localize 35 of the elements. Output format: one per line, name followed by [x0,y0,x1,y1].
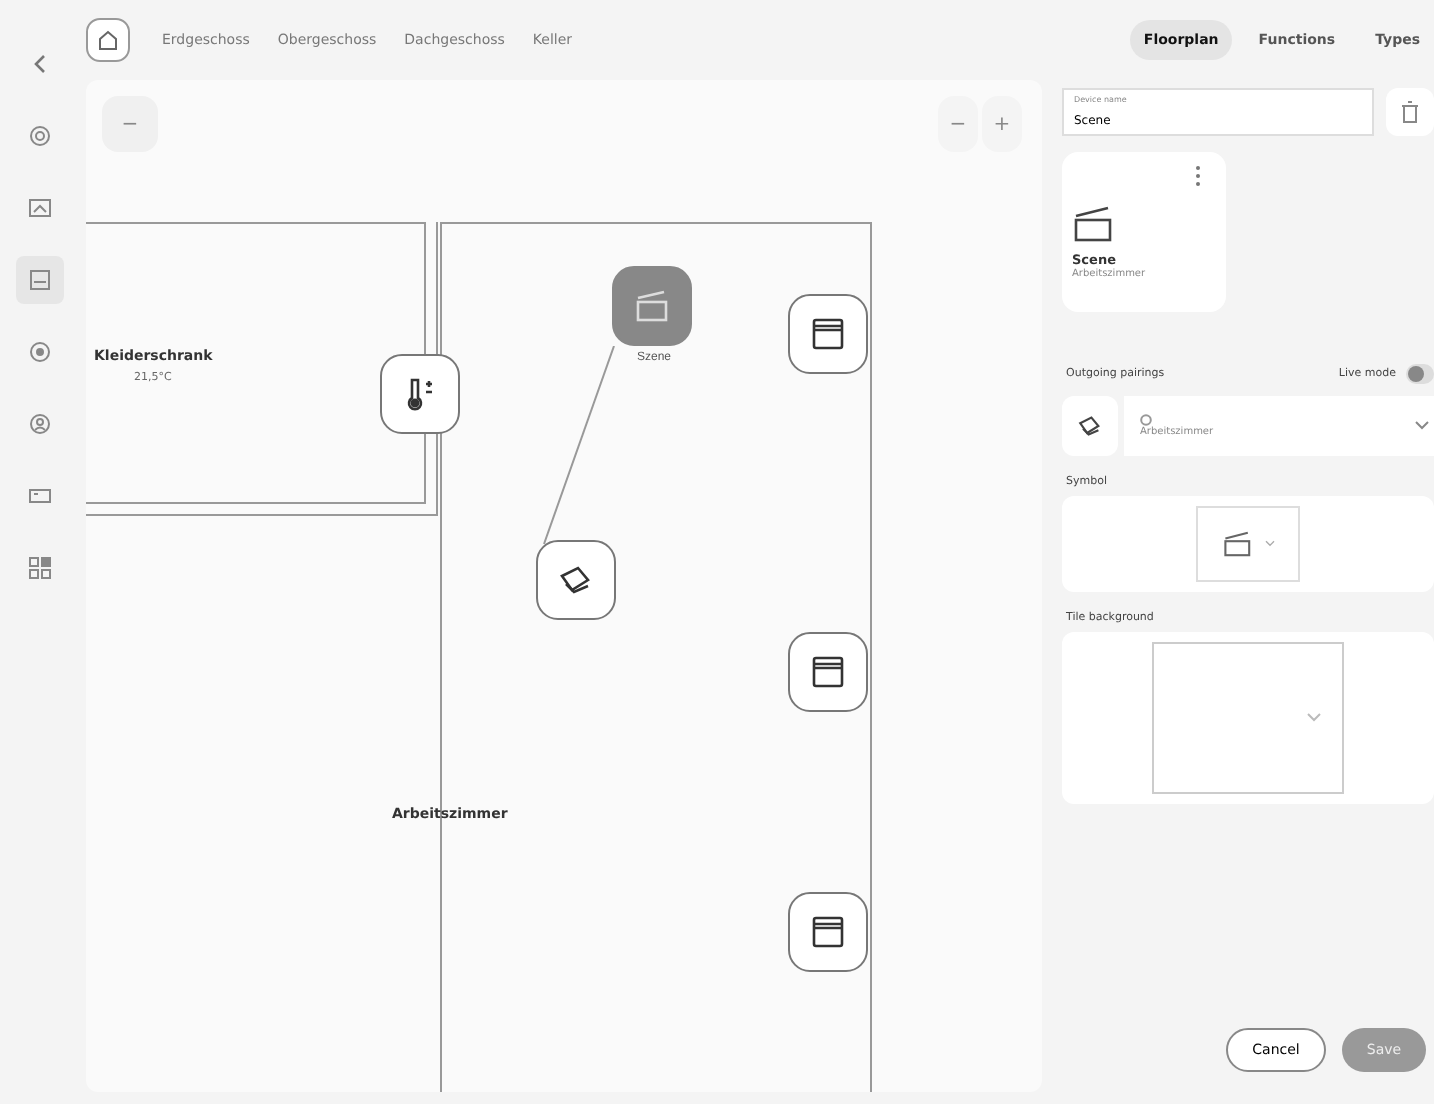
clapperboard-icon [632,286,672,326]
chevron-icon [1306,712,1322,724]
shutter-tile[interactable] [788,892,868,972]
shutter-icon [808,652,848,692]
collapse-button[interactable]: − [102,96,158,152]
back-icon [29,54,49,74]
grid-icon [27,556,51,580]
scene-icon [1072,204,1116,244]
zoom-out-button[interactable]: − [938,96,978,152]
shutter-icon [808,912,848,952]
gear-icon [27,124,51,148]
zoom-in-button[interactable]: + [982,96,1022,152]
chevron-icon [1263,540,1275,548]
trash-icon [1400,100,1420,124]
floorplan-icon [27,268,51,292]
target-icon [1140,414,1152,426]
pairing-tile[interactable] [536,540,616,620]
chevron-icon [1414,420,1430,432]
delete-button[interactable] [1386,88,1434,136]
home-button[interactable] [86,18,130,62]
thermostat-tile[interactable] [380,354,460,434]
shutter-tile[interactable] [788,294,868,374]
live-mode-toggle[interactable] [1406,364,1434,384]
home-icon [96,28,120,52]
shutter-icon [808,314,848,354]
image-icon [27,196,51,220]
target-icon [27,340,51,364]
clapperboard-icon [1221,530,1253,558]
floor-button[interactable] [15,256,63,304]
more-icon[interactable] [1194,164,1202,188]
pairing-icon [1062,396,1118,456]
user-icon [27,412,51,436]
symbol-select[interactable] [1196,506,1300,582]
shutter-tile[interactable] [788,632,868,712]
screen-icon [27,484,51,508]
